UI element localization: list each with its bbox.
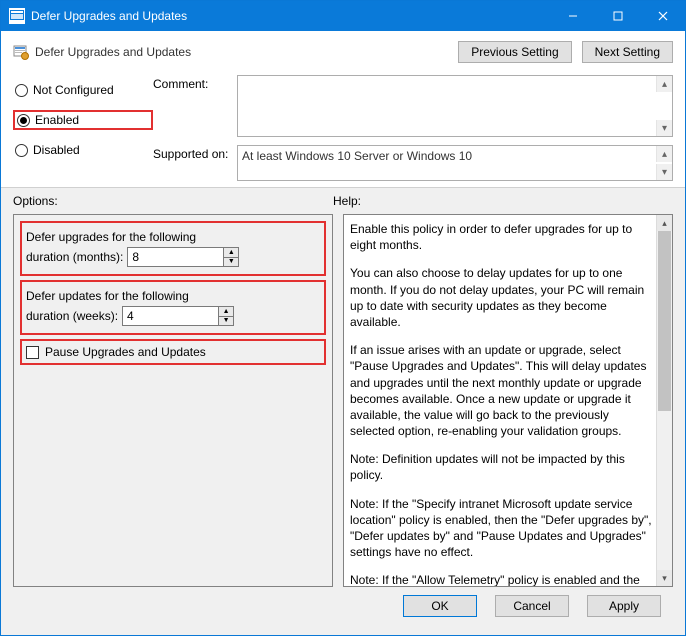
comment-label: Comment: [153, 75, 233, 91]
defer-updates-input[interactable] [122, 306, 218, 326]
radio-label: Disabled [33, 143, 80, 157]
previous-setting-button[interactable]: Previous Setting [458, 41, 571, 63]
radio-enabled[interactable]: Enabled [13, 110, 153, 130]
radio-label: Not Configured [33, 83, 114, 97]
scroll-down-icon[interactable]: ▾ [657, 570, 672, 586]
dialog-window: Defer Upgrades and Updates Defer Upgrade… [0, 0, 686, 636]
help-paragraph: You can also choose to delay updates for… [350, 265, 654, 330]
spinner-down-icon[interactable]: ▼ [219, 317, 233, 326]
state-options: Not Configured Enabled Disabled [13, 75, 153, 165]
radio-icon [15, 144, 28, 157]
next-setting-button[interactable]: Next Setting [582, 41, 673, 63]
help-body: Enable this policy in order to defer upg… [350, 221, 654, 587]
window-controls [550, 1, 685, 31]
scrollbar-thumb[interactable] [658, 231, 671, 411]
supported-on-label: Supported on: [153, 145, 233, 161]
app-icon [9, 8, 25, 24]
radio-icon [17, 114, 30, 127]
policy-heading: Defer Upgrades and Updates [35, 45, 448, 59]
help-paragraph: If an issue arises with an update or upg… [350, 342, 654, 439]
state-row: Not Configured Enabled Disabled Comment:… [13, 75, 673, 181]
pause-label: Pause Upgrades and Updates [45, 345, 206, 359]
spinner-up-icon[interactable]: ▲ [219, 307, 233, 317]
footer: OK Cancel Apply [13, 587, 673, 627]
options-label: Options: [13, 194, 333, 208]
defer-upgrades-spinner[interactable]: ▲ ▼ [127, 247, 239, 267]
maximize-button[interactable] [595, 1, 640, 31]
defer-upgrades-label-1: Defer upgrades for the following [26, 230, 196, 244]
defer-updates-label-2: duration (weeks): [26, 309, 118, 323]
defer-updates-label-1: Defer updates for the following [26, 289, 189, 303]
radio-label: Enabled [35, 113, 79, 127]
comment-textarea[interactable]: ▴ ▾ [237, 75, 673, 137]
scroll-up-icon[interactable]: ▴ [656, 76, 672, 92]
cancel-button[interactable]: Cancel [495, 595, 569, 617]
spinner-up-icon[interactable]: ▲ [224, 248, 238, 258]
close-button[interactable] [640, 1, 685, 31]
top-section: Defer Upgrades and Updates Previous Sett… [1, 31, 685, 188]
pause-group: Pause Upgrades and Updates [20, 339, 326, 365]
apply-button[interactable]: Apply [587, 595, 661, 617]
panes: Defer upgrades for the following duratio… [13, 214, 673, 587]
spinner-down-icon[interactable]: ▼ [224, 258, 238, 267]
help-pane: Enable this policy in order to defer upg… [343, 214, 673, 587]
scroll-down-icon[interactable]: ▾ [656, 120, 672, 136]
pause-checkbox-row[interactable]: Pause Upgrades and Updates [26, 345, 320, 359]
ok-button[interactable]: OK [403, 595, 477, 617]
titlebar: Defer Upgrades and Updates [1, 1, 685, 31]
window-title: Defer Upgrades and Updates [31, 9, 550, 23]
comment-supported-block: Comment: ▴ ▾ Supported on: At least Wind… [153, 75, 673, 181]
radio-disabled[interactable]: Disabled [13, 140, 153, 160]
help-paragraph: Note: If the "Specify intranet Microsoft… [350, 496, 654, 561]
help-paragraph: Note: If the "Allow Telemetry" policy is… [350, 572, 654, 587]
defer-updates-group: Defer updates for the following duration… [20, 280, 326, 335]
lower-section: Options: Help: Defer upgrades for the fo… [1, 188, 685, 635]
defer-updates-spinner[interactable]: ▲ ▼ [122, 306, 234, 326]
supported-on-value: At least Windows 10 Server or Windows 10 [242, 149, 472, 163]
supported-on-textarea: At least Windows 10 Server or Windows 10… [237, 145, 673, 181]
radio-not-configured[interactable]: Not Configured [13, 80, 153, 100]
pane-labels: Options: Help: [13, 194, 673, 208]
help-label: Help: [333, 194, 673, 208]
minimize-button[interactable] [550, 1, 595, 31]
spinner-buttons: ▲ ▼ [223, 247, 239, 267]
help-scrollbar[interactable]: ▴ ▾ [656, 215, 672, 586]
scroll-down-icon[interactable]: ▾ [656, 164, 672, 180]
scroll-up-icon[interactable]: ▴ [657, 215, 672, 231]
radio-icon [15, 84, 28, 97]
defer-upgrades-group: Defer upgrades for the following duratio… [20, 221, 326, 276]
header-row: Defer Upgrades and Updates Previous Sett… [13, 41, 673, 63]
defer-upgrades-label-2: duration (months): [26, 250, 123, 264]
help-paragraph: Enable this policy in order to defer upg… [350, 221, 654, 253]
options-pane: Defer upgrades for the following duratio… [13, 214, 333, 587]
scrollbar-track[interactable] [657, 231, 672, 570]
scroll-up-icon[interactable]: ▴ [656, 146, 672, 162]
spinner-buttons: ▲ ▼ [218, 306, 234, 326]
policy-icon [13, 44, 29, 60]
defer-upgrades-input[interactable] [127, 247, 223, 267]
help-paragraph: Note: Definition updates will not be imp… [350, 451, 654, 483]
checkbox-icon [26, 346, 39, 359]
